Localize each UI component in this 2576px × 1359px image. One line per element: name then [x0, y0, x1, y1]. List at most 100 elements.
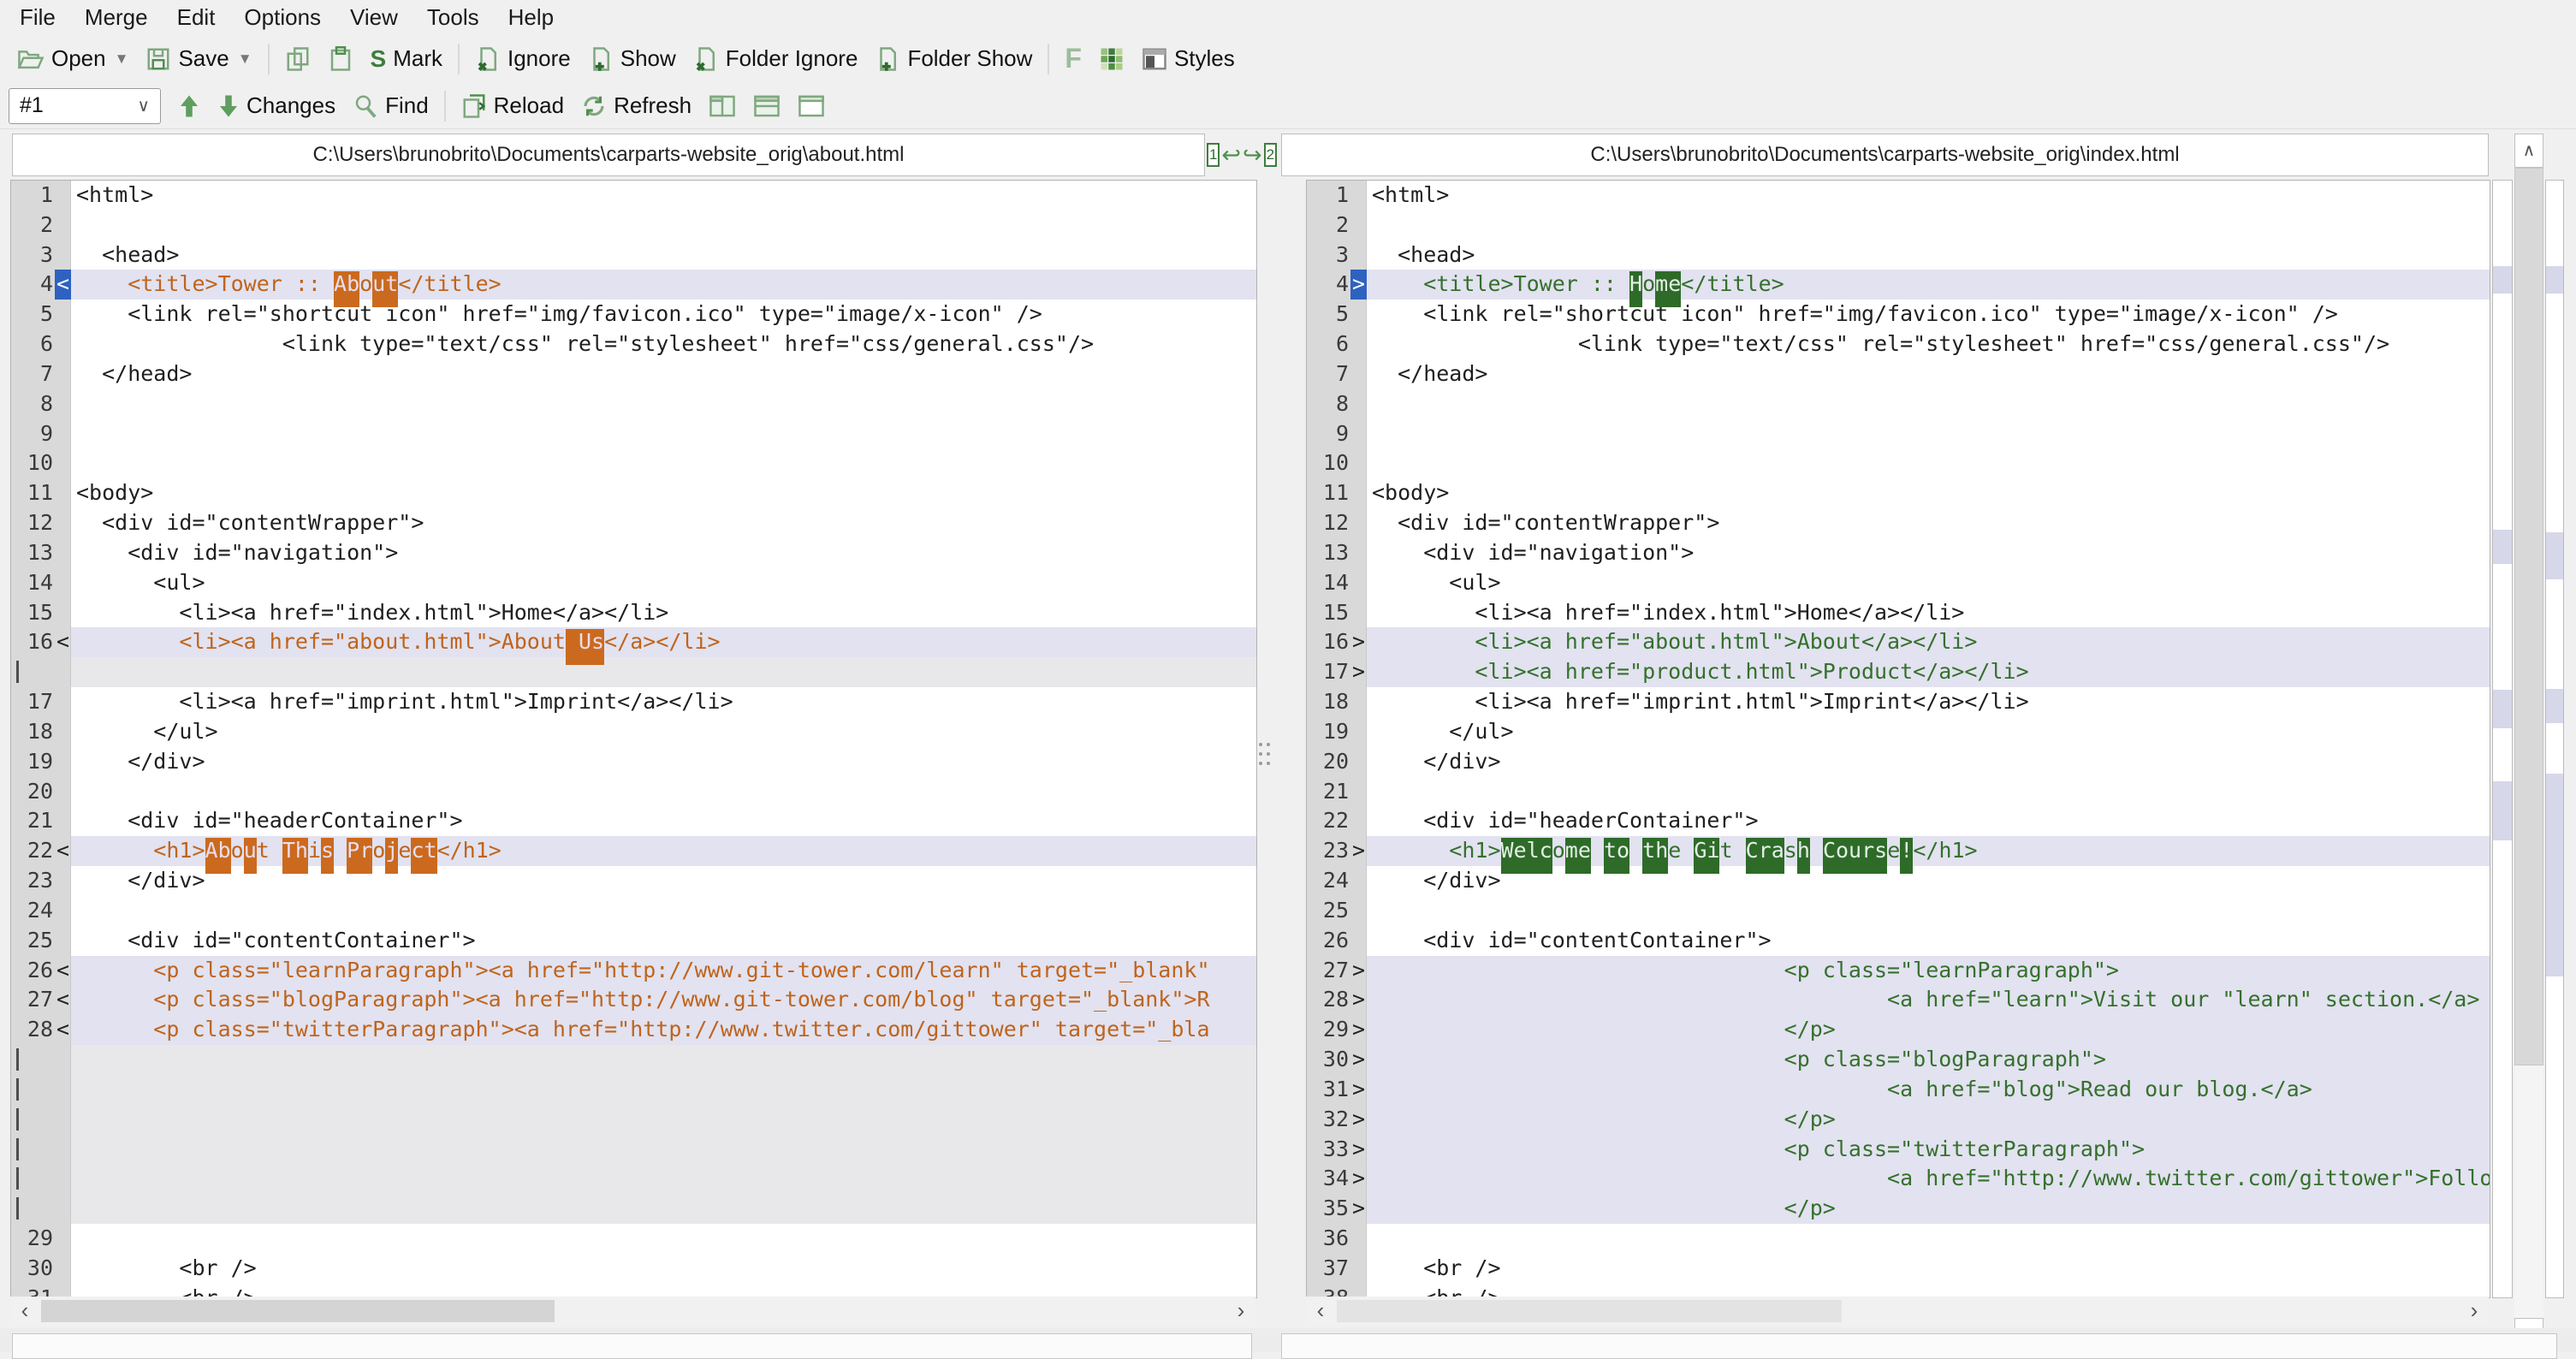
code-line[interactable]: 23 > <h1>Welcome to the Git Crash Course!…: [1307, 836, 2490, 867]
ignore-button[interactable]: Ignore: [466, 42, 579, 75]
diff-location-mark[interactable]: [2493, 781, 2512, 840]
right-code-pane[interactable]: 1 <html> 2 3 <head> 4 > <title>Tower :: Home<…: [1306, 180, 2490, 1298]
menu-merge[interactable]: Merge: [70, 0, 163, 34]
code-line[interactable]: 7 </head>: [1307, 359, 2490, 389]
code-line[interactable]: 2: [11, 210, 1256, 240]
show-button[interactable]: Show: [579, 42, 685, 75]
code-line[interactable]: 19 </div>: [11, 746, 1256, 777]
code-line[interactable]: 7 </head>: [11, 359, 1256, 389]
left-diff-overview-strip[interactable]: [2492, 180, 2513, 1298]
layout-horizontal-split-button[interactable]: [745, 91, 789, 122]
menu-file[interactable]: File: [5, 0, 70, 34]
code-line[interactable]: 26 < <p class="learnParagraph"><a href="h…: [11, 955, 1256, 986]
next-change-button[interactable]: Changes: [209, 89, 344, 122]
code-line[interactable]: 25 <div id="contentContainer">: [11, 925, 1256, 956]
scroll-right-arrow-icon[interactable]: ›: [2461, 1297, 2487, 1326]
code-line[interactable]: 25: [1307, 895, 2490, 926]
code-line[interactable]: 29 > </p>: [1307, 1015, 2490, 1046]
code-line[interactable]: 30 > <p class="blogParagraph">: [1307, 1045, 2490, 1075]
ghost-line[interactable]: [11, 657, 1256, 688]
code-line[interactable]: 1 <html>: [11, 181, 1256, 211]
code-line[interactable]: 29: [11, 1223, 1256, 1254]
ghost-line[interactable]: [11, 1194, 1256, 1224]
horizontal-scroll-thumb[interactable]: [1337, 1300, 1842, 1322]
code-line[interactable]: 9: [1307, 418, 2490, 449]
code-line[interactable]: 13 <div id="navigation">: [1307, 537, 2490, 568]
code-line[interactable]: 32 > </p>: [1307, 1104, 2490, 1135]
code-line[interactable]: 37 <br />: [1307, 1253, 2490, 1284]
layout-vertical-split-button[interactable]: [700, 91, 745, 122]
code-line[interactable]: 27 < <p class="blogParagraph"><a href="ht…: [11, 985, 1256, 1016]
splitter-grip[interactable]: [1259, 743, 1271, 799]
code-line[interactable]: 11 <body>: [1307, 478, 2490, 509]
paste-button[interactable]: [319, 43, 362, 75]
vertical-scrollbar[interactable]: ∧ ∨: [2514, 134, 2543, 1352]
code-line[interactable]: 14 <ul>: [11, 567, 1256, 598]
menu-edit[interactable]: Edit: [163, 0, 230, 34]
diff-location-mark[interactable]: [2546, 266, 2563, 294]
menu-view[interactable]: View: [335, 0, 413, 34]
code-line[interactable]: 6 <link type="text/css" rel="stylesheet"…: [11, 329, 1256, 359]
diff-selector-combobox[interactable]: #1 ∨: [9, 87, 161, 124]
code-line[interactable]: 10: [11, 448, 1256, 479]
code-line[interactable]: 24: [11, 895, 1256, 926]
scroll-up-arrow-icon[interactable]: ∧: [2514, 134, 2543, 168]
save-button[interactable]: Save ▼: [137, 42, 260, 75]
right-diff-overview-strip[interactable]: [2545, 180, 2564, 1298]
scroll-left-arrow-icon[interactable]: ‹: [1308, 1297, 1333, 1326]
ghost-line[interactable]: [11, 1164, 1256, 1195]
code-line[interactable]: 30 <br />: [11, 1253, 1256, 1284]
code-line[interactable]: 19 </ul>: [1307, 716, 2490, 747]
right-file-path-header[interactable]: C:\Users\brunobrito\Documents\carparts-w…: [1281, 134, 2489, 176]
diff-location-mark[interactable]: [2546, 689, 2563, 723]
code-line[interactable]: 2: [1307, 210, 2490, 240]
code-line[interactable]: 14 <ul>: [1307, 567, 2490, 598]
code-line[interactable]: 33 > <p class="twitterParagraph">: [1307, 1134, 2490, 1165]
font-button[interactable]: F: [1056, 39, 1090, 78]
dropdown-chevron-icon[interactable]: ▼: [115, 50, 129, 68]
code-line[interactable]: 12 <div id="contentWrapper">: [11, 508, 1256, 538]
code-line[interactable]: 22 <div id="headerContainer">: [1307, 806, 2490, 837]
open-button[interactable]: Open ▼: [9, 42, 137, 75]
left-code-pane[interactable]: 1 <html> 2 3 <head> 4 < <title>Tower :: About…: [10, 180, 1257, 1298]
ghost-line[interactable]: [11, 1045, 1256, 1075]
horizontal-scroll-thumb[interactable]: [41, 1300, 555, 1322]
code-line[interactable]: 11 <body>: [11, 478, 1256, 509]
reload-button[interactable]: Reload: [453, 89, 573, 122]
code-line[interactable]: 27 > <p class="learnParagraph">: [1307, 955, 2490, 986]
diff-location-mark[interactable]: [2493, 690, 2512, 728]
code-line[interactable]: 3 <head>: [1307, 240, 2490, 270]
code-line[interactable]: 5 <link rel="shortcut icon" href="img/fa…: [11, 300, 1256, 330]
scroll-right-arrow-icon[interactable]: ›: [1228, 1297, 1254, 1326]
layout-single-pane-button[interactable]: [789, 91, 834, 122]
styles-button[interactable]: Styles: [1133, 42, 1243, 75]
diff-location-mark[interactable]: [2546, 774, 2563, 976]
menu-options[interactable]: Options: [229, 0, 335, 34]
code-line[interactable]: 3 <head>: [11, 240, 1256, 270]
diff-location-mark[interactable]: [2493, 530, 2512, 564]
code-line[interactable]: 34 > <a href="http://www.twitter.com/gitt…: [1307, 1164, 2490, 1195]
code-line[interactable]: 5 <link rel="shortcut icon" href="img/fa…: [1307, 300, 2490, 330]
code-line[interactable]: 24 </div>: [1307, 866, 2490, 896]
code-line[interactable]: 16 > <li><a href="about.html">About</a></…: [1307, 627, 2490, 658]
ghost-line[interactable]: [11, 1134, 1256, 1165]
code-line[interactable]: 9: [11, 418, 1256, 449]
code-line[interactable]: 28 > <a href="learn">Visit our "learn" se…: [1307, 985, 2490, 1016]
code-line[interactable]: 8: [1307, 389, 2490, 419]
code-line[interactable]: 17 > <li><a href="product.html">Product</…: [1307, 657, 2490, 688]
code-line[interactable]: 12 <div id="contentWrapper">: [1307, 508, 2490, 538]
code-line[interactable]: 26 <div id="contentContainer">: [1307, 925, 2490, 956]
refresh-button[interactable]: Refresh: [573, 89, 700, 122]
code-line[interactable]: 21 <div id="headerContainer">: [11, 806, 1256, 837]
diff-location-mark[interactable]: [2493, 266, 2512, 294]
vertical-scroll-thumb[interactable]: [2514, 168, 2543, 1065]
code-line[interactable]: 16 < <li><a href="about.html">About Us</a…: [11, 627, 1256, 658]
menu-tools[interactable]: Tools: [413, 0, 494, 34]
code-line[interactable]: 20 </div>: [1307, 746, 2490, 777]
code-line[interactable]: 15 <li><a href="index.html">Home</a></li…: [1307, 597, 2490, 628]
code-line[interactable]: 17 <li><a href="imprint.html">Imprint</a…: [11, 687, 1256, 717]
code-line[interactable]: 15 <li><a href="index.html">Home</a></li…: [11, 597, 1256, 628]
code-line[interactable]: 6 <link type="text/css" rel="stylesheet"…: [1307, 329, 2490, 359]
code-line[interactable]: 4 > <title>Tower :: Home</title>: [1307, 270, 2490, 300]
code-line[interactable]: 31 > <a href="blog">Read our blog.</a>: [1307, 1074, 2490, 1105]
